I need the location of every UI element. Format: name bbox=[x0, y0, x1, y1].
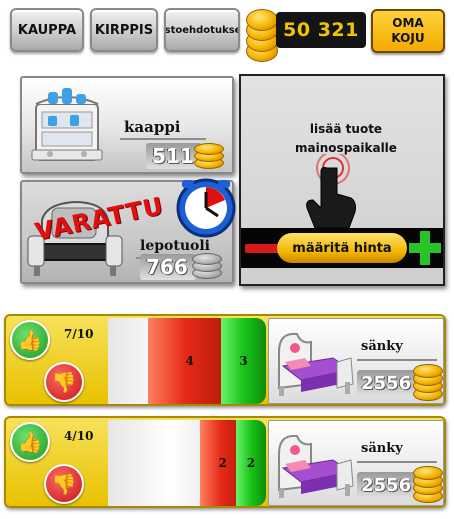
thumbs-up-icon[interactable]: 👍 bbox=[10, 320, 50, 360]
item-price: 511 bbox=[152, 144, 194, 168]
stall-item-kaappi[interactable]: kaappi 511 bbox=[20, 76, 234, 174]
red-bar-value: 2 bbox=[218, 456, 227, 470]
vote-bars: 2 2 bbox=[108, 420, 266, 506]
oma-koju-button[interactable]: OMA KOJU bbox=[371, 9, 445, 53]
price-tag: 766 bbox=[140, 254, 196, 280]
item-price: 766 bbox=[146, 255, 188, 279]
clock-icon bbox=[176, 178, 236, 238]
vote-bars: 4 3 bbox=[108, 318, 266, 404]
divider bbox=[357, 359, 437, 361]
money-counter: 50 321 bbox=[276, 12, 366, 48]
kirppis-button[interactable]: KIRPPIS bbox=[90, 8, 158, 52]
price-setter: määritä hinta bbox=[241, 228, 443, 268]
divider bbox=[357, 461, 437, 463]
green-bar-value: 2 bbox=[246, 456, 256, 470]
increase-price-button[interactable] bbox=[409, 231, 441, 265]
item-name: sänky bbox=[361, 441, 403, 456]
set-price-button[interactable]: määritä hinta bbox=[277, 233, 407, 263]
set-price-label: määritä hinta bbox=[292, 240, 392, 256]
item-price: 2556 bbox=[357, 370, 419, 396]
vote-count: 4/10 bbox=[64, 429, 94, 443]
kauppa-button[interactable]: KAUPPA bbox=[10, 8, 84, 52]
coin-stack-icon bbox=[246, 4, 278, 62]
offer-row: 👍 7/10 👎 4 3 sänky 2556 bbox=[4, 314, 446, 406]
offered-item[interactable]: sänky 2556 bbox=[268, 318, 444, 404]
ostoehdotukset-button[interactable]: ostoehdotukset bbox=[164, 8, 240, 52]
thumbs-down-icon[interactable]: 👎 bbox=[44, 362, 84, 402]
red-bar: 4 bbox=[148, 318, 231, 404]
item-name: sänky bbox=[361, 339, 403, 354]
offer-row: 👍 4/10 👎 2 2 sänky 2556 bbox=[4, 416, 446, 508]
offered-item[interactable]: sänky 2556 bbox=[268, 420, 444, 506]
vote-count: 7/10 bbox=[64, 327, 94, 341]
thumbs-up-icon[interactable]: 👍 bbox=[10, 422, 50, 462]
coin-stack-icon bbox=[413, 465, 443, 503]
pointing-hand-icon bbox=[306, 154, 356, 229]
add-item-prompt: lisää tuote mainospaikalle bbox=[295, 122, 397, 155]
red-bar-value: 4 bbox=[185, 354, 194, 368]
coin-stack-icon bbox=[413, 363, 443, 401]
item-price: 2556 bbox=[357, 472, 419, 498]
coin-stack-icon bbox=[194, 138, 224, 170]
coin-stack-icon bbox=[192, 248, 222, 280]
cabinet-icon bbox=[31, 88, 103, 161]
bed-icon bbox=[278, 434, 354, 498]
bed-icon bbox=[278, 332, 354, 396]
oma-koju-label-2: KOJU bbox=[391, 31, 425, 45]
green-bar-value: 3 bbox=[239, 354, 248, 368]
green-bar: 2 bbox=[235, 420, 266, 506]
item-name: kaappi bbox=[124, 118, 181, 136]
thumbs-down-icon[interactable]: 👎 bbox=[44, 464, 84, 504]
empty-ad-slot[interactable]: lisää tuote mainospaikalle määritä hinta bbox=[239, 74, 445, 286]
green-bar: 3 bbox=[220, 318, 266, 404]
oma-koju-label-1: OMA bbox=[392, 16, 424, 30]
